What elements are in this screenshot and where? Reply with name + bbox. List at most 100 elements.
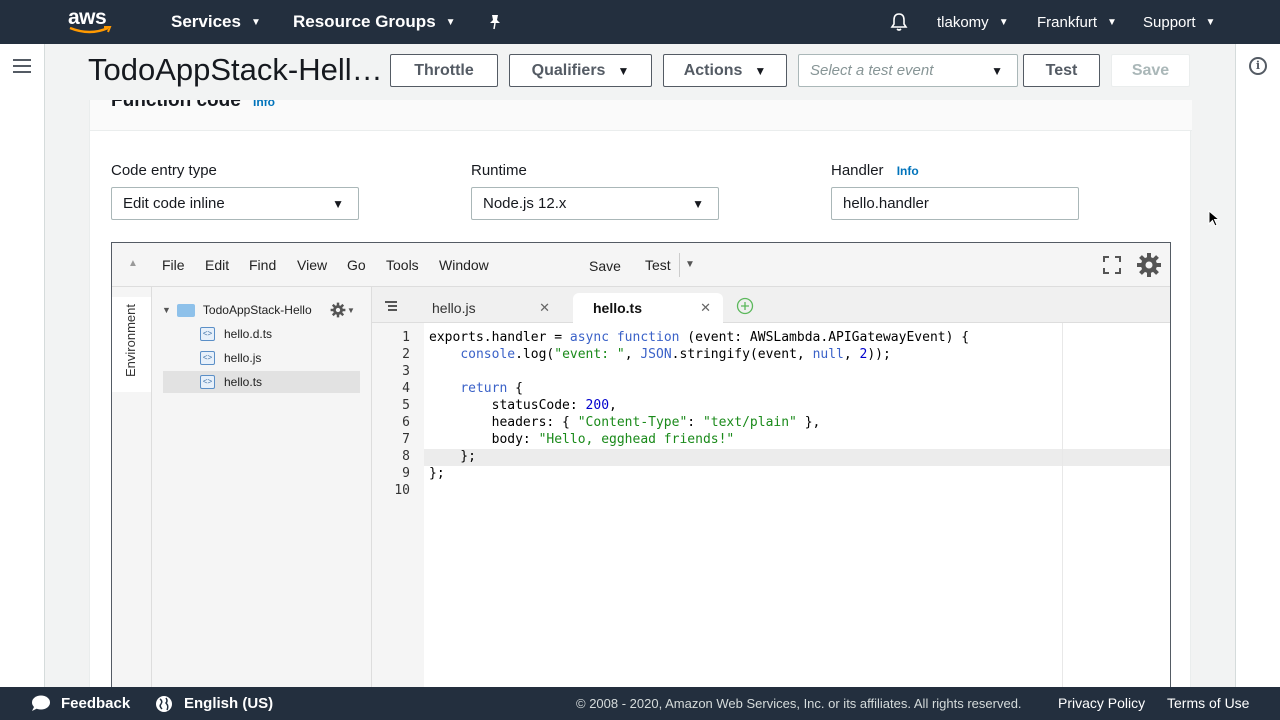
- qualifiers-label: Qualifiers: [531, 61, 606, 79]
- line-number: 10: [394, 483, 410, 498]
- folder-icon: [176, 303, 195, 317]
- actions-button[interactable]: Actions ▼: [663, 54, 787, 87]
- menu-find[interactable]: Find: [249, 257, 276, 273]
- menu-go[interactable]: Go: [347, 257, 366, 273]
- right-rail: i: [1235, 44, 1280, 687]
- file-label: hello.ts: [224, 375, 263, 389]
- editor-save-button[interactable]: Save: [589, 258, 621, 274]
- save-label: Save: [1131, 61, 1170, 79]
- code-entry-select[interactable]: Edit code inline ▼: [111, 187, 359, 220]
- support-menu[interactable]: Support ▼: [1143, 0, 1215, 44]
- tree-file-selected[interactable]: <> hello.ts: [163, 371, 360, 393]
- code-line: return {: [460, 381, 523, 396]
- file-label: hello.js: [224, 351, 262, 365]
- code-line: };: [429, 449, 476, 464]
- line-number-gutter: 1 2 3 4 5 6 7 8 9 10: [372, 323, 424, 692]
- menu-view[interactable]: View: [297, 257, 327, 273]
- panel-header: Function code Info: [90, 100, 1192, 131]
- feedback-bubble-icon: [31, 695, 51, 715]
- settings-gear-icon[interactable]: [1136, 252, 1162, 281]
- chevron-down-icon: ▼: [1205, 16, 1216, 28]
- menu-tools[interactable]: Tools: [386, 257, 419, 273]
- tab-list-icon[interactable]: [384, 299, 398, 317]
- test-label: Test: [1045, 61, 1078, 79]
- line-number: 8: [402, 449, 410, 464]
- editor-test-button[interactable]: Test: [645, 257, 671, 273]
- code-line: headers: { "Content-Type": "text/plain" …: [429, 415, 821, 430]
- dropdown-triangle-icon: ▼: [617, 63, 630, 78]
- chevron-down-icon: ▼: [250, 16, 261, 28]
- collapse-up-icon[interactable]: ▲: [128, 258, 138, 269]
- handler-label: Handler: [831, 162, 884, 179]
- line-number: 6: [402, 415, 410, 430]
- file-tree: ▼ TodoAppStack-Hello ▼ <> hello.d.ts <> he…: [152, 287, 372, 692]
- panel-info-link[interactable]: Info: [253, 100, 275, 109]
- save-button[interactable]: Save: [1111, 54, 1190, 87]
- region-label: Frankfurt: [1037, 13, 1098, 31]
- handler-input[interactable]: hello.handler: [831, 187, 1079, 220]
- runtime-value: Node.js 12.x: [483, 195, 567, 212]
- close-icon[interactable]: ✕: [539, 300, 550, 316]
- runtime-select[interactable]: Node.js 12.x ▼: [471, 187, 719, 220]
- file-icon: <>: [200, 375, 215, 389]
- fullscreen-icon[interactable]: [1102, 255, 1122, 278]
- pin-icon[interactable]: [487, 0, 503, 44]
- menu-file[interactable]: File: [162, 257, 185, 273]
- tree-gear-icon[interactable]: ▼: [330, 299, 355, 321]
- throttle-button[interactable]: Throttle: [390, 54, 498, 87]
- close-icon[interactable]: ✕: [700, 300, 711, 316]
- file-icon: <>: [200, 327, 215, 341]
- editor-side-panel: Environment: [112, 287, 152, 692]
- notifications-bell-icon[interactable]: [889, 0, 909, 44]
- code-line: body: "Hello, egghead friends!": [429, 432, 735, 447]
- file-icon: <>: [200, 351, 215, 365]
- privacy-policy-link[interactable]: Privacy Policy: [1058, 695, 1145, 711]
- region-menu[interactable]: Frankfurt ▼: [1037, 0, 1117, 44]
- dropdown-triangle-icon: ▼: [332, 196, 344, 211]
- dropdown-triangle-icon: ▼: [754, 63, 767, 78]
- menu-edit[interactable]: Edit: [205, 257, 229, 273]
- code-line: };: [429, 466, 445, 481]
- test-dropdown-icon[interactable]: ▼: [685, 259, 695, 270]
- file-label: hello.d.ts: [224, 327, 273, 341]
- footer: Feedback English (US) © 2008 - 2020, Ama…: [0, 687, 1280, 720]
- dropdown-triangle-icon: ▼: [692, 196, 704, 211]
- hamburger-menu-icon[interactable]: [13, 59, 31, 73]
- menu-window[interactable]: Window: [439, 257, 489, 273]
- function-title: TodoAppStack-Hell…: [88, 52, 383, 87]
- code-editor: ▲ File Edit Find View Go Tools Window Sa…: [111, 242, 1171, 692]
- tree-file[interactable]: <> hello.d.ts: [200, 323, 272, 345]
- tree-folder[interactable]: ▼ TodoAppStack-Hello: [162, 299, 312, 321]
- code-line: console.log("event: ", JSON.stringify(ev…: [460, 347, 891, 362]
- info-icon[interactable]: i: [1249, 57, 1267, 75]
- dropdown-triangle-icon: ▼: [991, 63, 1003, 78]
- folder-label: TodoAppStack-Hello: [202, 303, 312, 317]
- terms-of-use-link[interactable]: Terms of Use: [1167, 695, 1249, 711]
- actions-label: Actions: [683, 61, 743, 79]
- line-number: 9: [402, 466, 410, 481]
- handler-info-link[interactable]: Info: [897, 164, 919, 178]
- qualifiers-button[interactable]: Qualifiers ▼: [509, 54, 652, 87]
- support-label: Support: [1143, 13, 1196, 31]
- test-button[interactable]: Test: [1023, 54, 1100, 87]
- feedback-link[interactable]: Feedback: [61, 695, 130, 712]
- chevron-down-icon: ▼: [1107, 16, 1117, 28]
- language-selector[interactable]: English (US): [184, 695, 273, 712]
- tree-file[interactable]: <> hello.js: [200, 347, 261, 369]
- test-event-placeholder: Select a test event: [810, 62, 934, 79]
- test-event-select[interactable]: Select a test event ▼: [798, 54, 1018, 87]
- tab-hello-ts[interactable]: hello.ts ✕: [573, 293, 723, 323]
- services-menu[interactable]: Services ▼: [171, 0, 261, 44]
- chevron-down-icon: ▼: [998, 16, 1009, 28]
- tab-hello-js[interactable]: hello.js ✕: [412, 293, 562, 323]
- environment-label: Environment: [123, 304, 138, 377]
- environment-tab[interactable]: Environment: [112, 297, 152, 392]
- function-header: TodoAppStack-Hell… Throttle Qualifiers ▼ …: [45, 44, 1235, 100]
- code-area[interactable]: exports.handler = async function (event:…: [424, 323, 1170, 692]
- add-tab-icon[interactable]: [736, 297, 754, 320]
- user-menu[interactable]: tlakomy ▼: [937, 0, 1009, 44]
- divider: [679, 253, 680, 277]
- resource-groups-menu[interactable]: Resource Groups ▼: [293, 0, 456, 44]
- caret-down-icon: ▼: [162, 305, 171, 315]
- aws-logo[interactable]: aws: [68, 7, 114, 36]
